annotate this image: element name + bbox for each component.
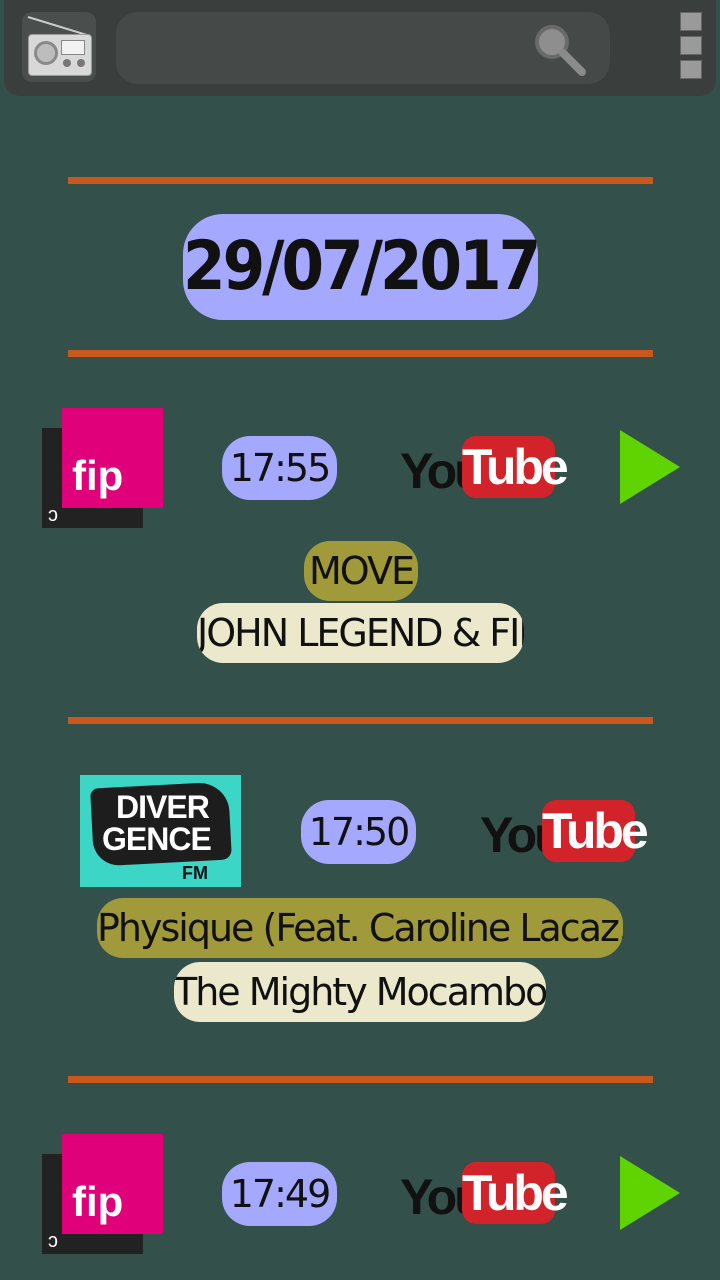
search-bar[interactable] xyxy=(116,12,610,84)
youtube-tube-text: Tube xyxy=(462,1162,569,1224)
date-badge: 29/07/2017 xyxy=(183,214,541,320)
divider xyxy=(68,717,653,724)
divergence-station-logo: DIVER GENCE FM xyxy=(80,775,241,887)
track-artist: The Mighty Mocambos xyxy=(174,962,546,1022)
youtube-button[interactable]: You Tube xyxy=(400,1162,569,1232)
divider xyxy=(68,1076,653,1083)
youtube-button[interactable]: You Tube xyxy=(400,436,569,506)
track-time: 17:49 xyxy=(222,1162,337,1226)
track-time: 17:55 xyxy=(222,436,337,500)
track-time: 17:50 xyxy=(301,800,416,864)
fip-station-logo: fip ↄ xyxy=(42,408,164,528)
fip-station-logo: fip ↄ xyxy=(42,1134,164,1254)
track-artist: JOHN LEGEND & FINK xyxy=(197,603,524,663)
fip-logo-text: fip xyxy=(72,452,124,499)
divider xyxy=(68,350,653,357)
logo-text: FM xyxy=(182,863,208,883)
play-icon[interactable] xyxy=(620,1156,680,1230)
youtube-tube-text: Tube xyxy=(462,436,569,498)
menu-icon[interactable] xyxy=(680,12,702,84)
top-bar xyxy=(4,0,716,96)
play-icon[interactable] xyxy=(620,430,680,504)
logo-text: GENCE xyxy=(102,821,212,857)
divider xyxy=(68,177,653,184)
youtube-tube-text: Tube xyxy=(542,800,649,862)
track-title: Physique (Feat. Caroline Lacaz... xyxy=(97,898,623,958)
radio-icon[interactable] xyxy=(22,12,96,82)
track-title: MOVE xyxy=(304,541,418,601)
search-icon[interactable] xyxy=(530,20,590,80)
youtube-button[interactable]: You Tube xyxy=(480,800,649,870)
fip-logo-text: fip xyxy=(72,1178,124,1225)
